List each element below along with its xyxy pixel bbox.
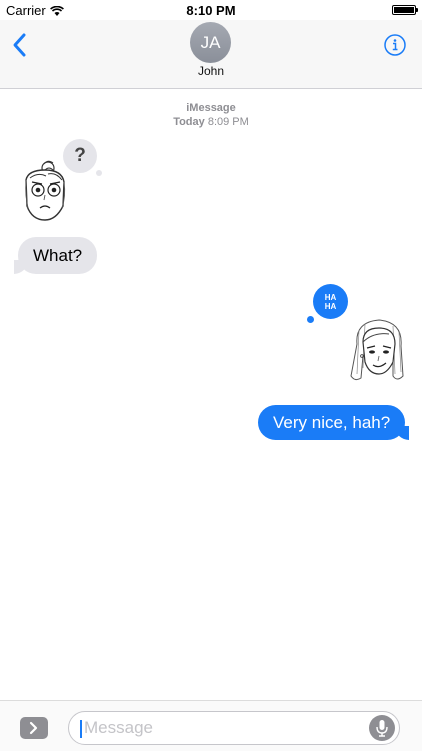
question-mark: ? xyxy=(74,145,86,166)
outgoing-message-text: Very nice, hah? xyxy=(273,412,391,432)
thought-dot xyxy=(307,316,314,323)
text-caret xyxy=(80,720,82,738)
avatar-initials: JA xyxy=(200,32,221,52)
message-field[interactable] xyxy=(68,711,400,745)
confused-face-sticker[interactable] xyxy=(18,158,72,224)
haha-line-1: HA xyxy=(324,292,337,302)
contact-name[interactable]: John xyxy=(0,64,422,78)
haha-thought-bubble: HA HA xyxy=(313,284,348,319)
conversation-header: JA John xyxy=(0,20,422,89)
battery-icon xyxy=(392,5,418,15)
back-chevron-icon[interactable] xyxy=(10,32,30,58)
message-input[interactable] xyxy=(84,717,354,739)
incoming-message-text: What? xyxy=(33,245,83,265)
outgoing-message-bubble[interactable]: Very nice, hah? xyxy=(258,405,410,440)
chevron-right-icon xyxy=(29,721,38,735)
thought-dot xyxy=(96,170,102,176)
composer-bar xyxy=(0,700,422,751)
dictation-button[interactable] xyxy=(369,715,395,741)
timestamp-day: Today xyxy=(173,116,205,128)
service-label: iMessage xyxy=(186,102,236,114)
info-icon[interactable] xyxy=(384,34,406,56)
incoming-message-bubble[interactable]: What? xyxy=(13,237,98,274)
haha-line-2: HA xyxy=(324,301,337,311)
app-drawer-button[interactable] xyxy=(20,717,48,739)
message-timestamp: Today 8:09 PM xyxy=(0,116,422,128)
smirking-girl-sticker[interactable] xyxy=(347,316,409,386)
clock: 8:10 PM xyxy=(186,3,236,18)
status-bar: Carrier 8:10 PM xyxy=(0,0,422,20)
microphone-icon xyxy=(376,720,388,737)
battery-level xyxy=(394,7,414,13)
contact-avatar[interactable]: JA xyxy=(190,22,231,63)
timestamp-time: 8:09 PM xyxy=(207,116,249,128)
